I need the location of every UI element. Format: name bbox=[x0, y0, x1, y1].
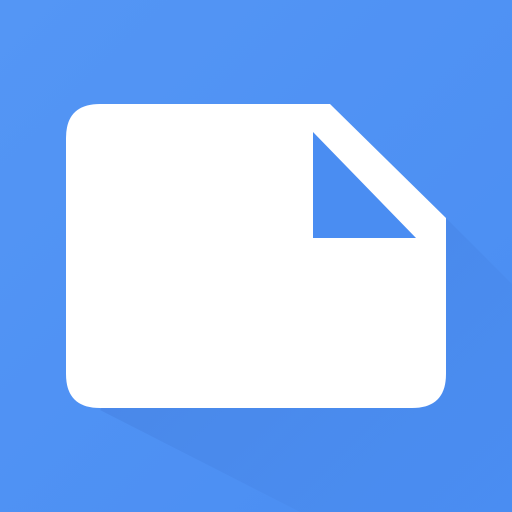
file-document-icon bbox=[0, 0, 512, 512]
